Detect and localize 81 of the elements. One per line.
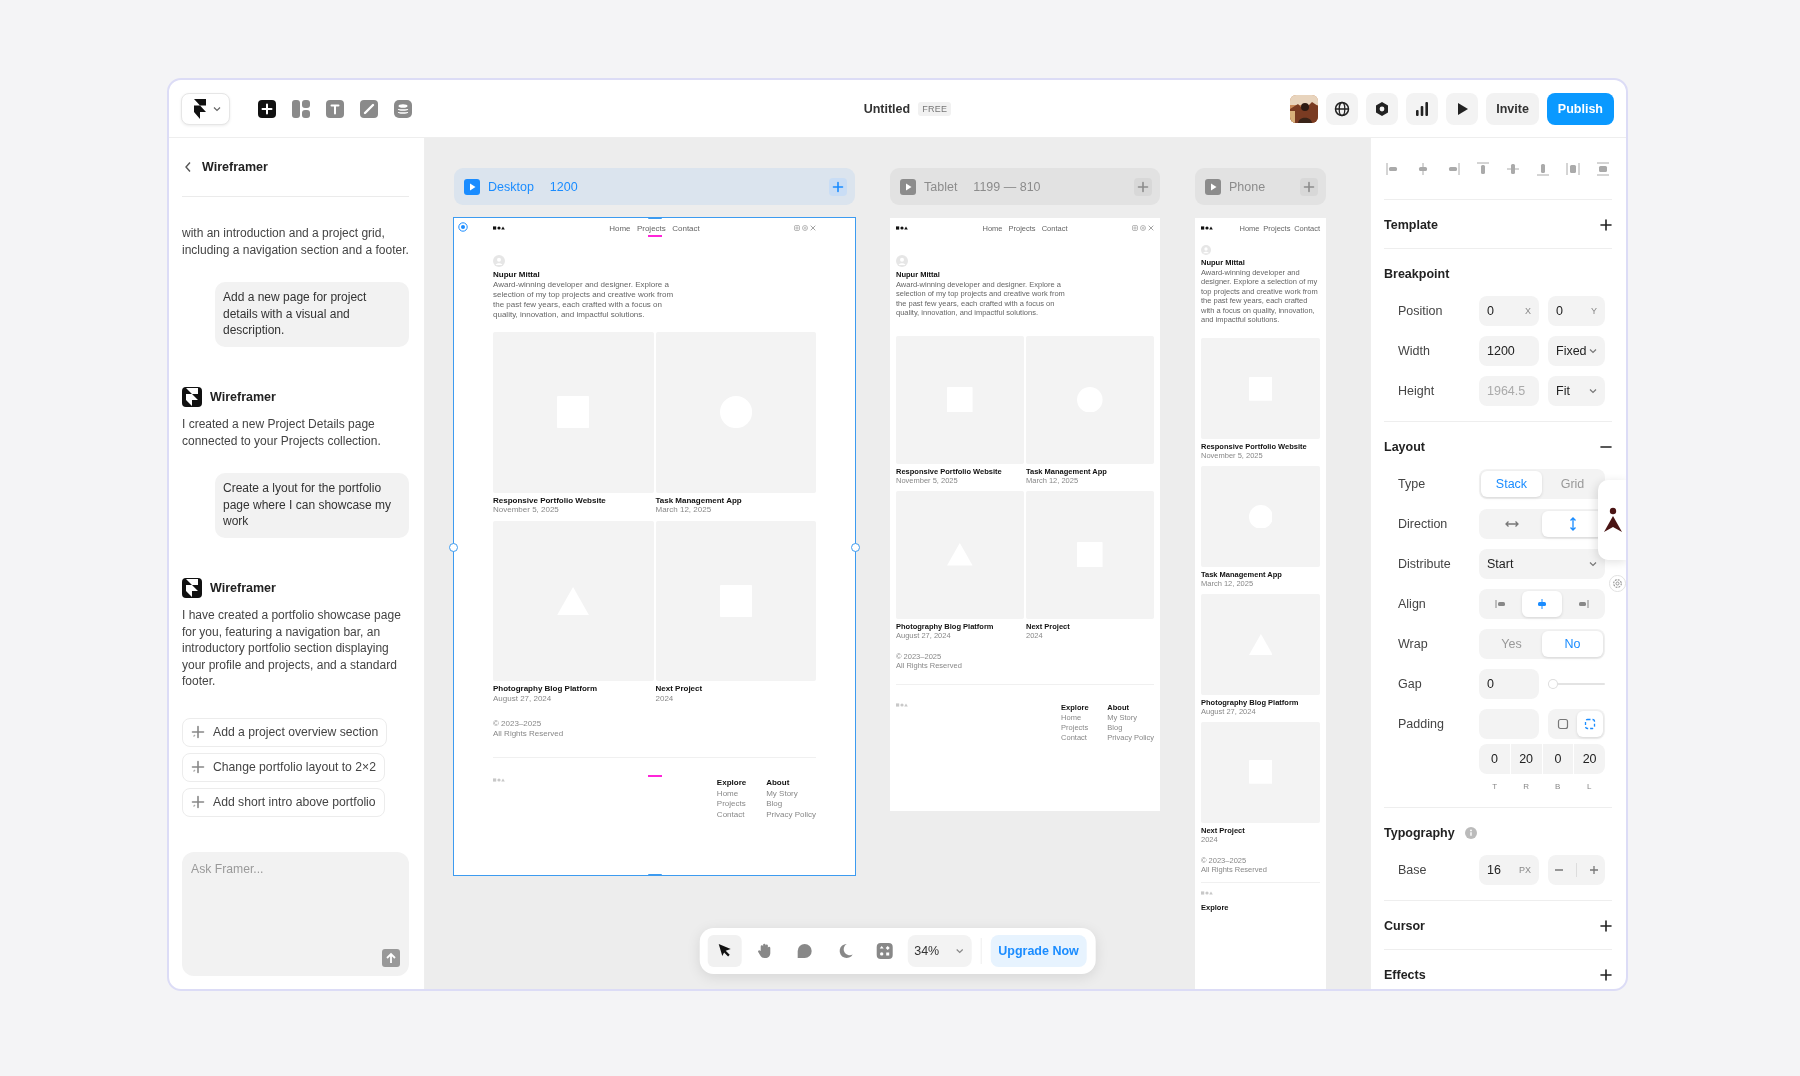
dropdown[interactable]: Fixed [1548,336,1605,366]
property-label: Width [1397,344,1431,358]
assistant-message: I have created a portfolio showcase page for you, featuring a navigation bar, an introductory portfolio section displaying your profile and projects, and a standard footer. [182,606,402,690]
input-field[interactable]: 16 PX [1479,855,1539,885]
property-label: Type [1397,477,1427,491]
breakpoint-name: Desktop [488,179,534,194]
property-label: Align [1397,597,1427,611]
breakpoint-name: Tablet [924,179,958,194]
property-label: Height [1397,384,1436,398]
copyright-text: © 2023–2025 [493,719,543,730]
input-field[interactable]: 1200 [1479,336,1539,366]
segmented-control[interactable]: Stack Grid [1479,469,1605,499]
section-title: Template [1384,218,1438,232]
project-date: March 12, 2025 [655,505,713,515]
section-title: Cursor [1384,919,1425,933]
nav-link[interactable]: Projects [636,223,666,233]
side-label: R [1522,781,1531,791]
footer-link[interactable]: Projects [716,799,747,810]
nav-link[interactable]: Home [609,223,631,233]
profile-name: Nupur Mittal [493,270,540,279]
message-field[interactable]: Ask Framer... [182,852,409,976]
project-title: Task Management App [655,495,743,506]
side-label: T [1491,781,1499,791]
dropdown[interactable]: Start [1479,549,1605,579]
assistant-message: with an introduction and a project grid, including a navigation section and a footer. [182,225,409,259]
footer-heading: Explore [716,778,747,789]
panel-title: Wireframer [202,160,268,174]
property-label: Direction [1397,517,1449,531]
suggestion-chip[interactable]: Add short intro above portfolio [182,787,385,817]
breakpoint-size: 1199 — 810 [973,179,1041,194]
plan-badge: FREE [918,101,952,116]
invite-button[interactable]: Invite [1486,92,1539,125]
suggestion-chip[interactable]: Change portfolio layout to 2×2 [182,752,385,782]
footer-link[interactable]: Contact [716,809,747,820]
footer-link[interactable]: My Story [766,788,816,800]
input-field[interactable]: 0 X [1479,296,1539,326]
nav-link[interactable]: Contact [672,223,700,233]
user-message: Add a new page for project details with a visual and description. [215,282,409,347]
project-date: August 27, 2024 [493,693,553,704]
suggestion-chip[interactable]: Add a project overview section [182,717,388,747]
property-label: Padding [1397,717,1445,731]
dropdown[interactable]: Fit [1548,376,1605,406]
breakpoint-size: 1200 [549,179,578,194]
profile-bio: Award-winning developer and designer. Explore a selection of my top projects and creative work from the past few years, each crafted with a focus on quality, innovation, and impactful solutions. [493,280,675,320]
input-field[interactable]: 20 [1510,744,1542,774]
footer-link[interactable]: Privacy Policy [766,809,816,820]
side-label: L [1586,781,1593,791]
footer-heading: About [766,778,791,789]
section-title: Layout [1384,440,1425,454]
input-field[interactable]: 0 [1542,744,1574,774]
footer-link[interactable]: Blog [766,799,816,810]
author-name: Wireframer [210,580,276,595]
property-label: Gap [1397,677,1423,691]
user-message: Create a lyout for the portfolio page where I can showcase my work [215,473,409,538]
project-title: Photography Blog Platform [493,684,598,694]
input-field[interactable]: 20 [1574,744,1605,774]
author-name: Wireframer [210,389,276,404]
segment-option[interactable]: No [1542,631,1603,657]
segmented-control[interactable]: Yes No [1479,629,1605,659]
footer-link[interactable]: Home [716,788,747,800]
property-label: Position [1397,304,1444,318]
project-date: November 5, 2025 [493,505,560,515]
zoom-dropdown[interactable]: 34% [907,935,972,967]
document-title: Untitled [863,101,911,116]
segment-option[interactable]: Stack [1481,471,1542,497]
project-date: 2024 [655,693,675,704]
section-title: Breakpoint [1384,267,1450,281]
input-field[interactable]: 0 Y [1548,296,1605,326]
assistant-message: I created a new Project Details page connected to your Projects collection. [182,415,382,450]
property-label: Wrap [1397,637,1429,651]
project-title: Responsive Portfolio Website [493,495,607,506]
section-title: Effects [1384,968,1426,982]
breakpoint-name: Phone [1229,179,1266,194]
side-label: B [1554,781,1562,791]
property-label: Base [1397,863,1428,877]
section-title: Typography [1384,826,1455,840]
input-field[interactable]: 0 [1479,744,1510,774]
property-label: Distribute [1397,557,1452,571]
input-field[interactable]: 0 [1479,669,1539,699]
project-title: Next Project [655,684,704,694]
rights-text: All Rights Reserved [493,729,565,740]
